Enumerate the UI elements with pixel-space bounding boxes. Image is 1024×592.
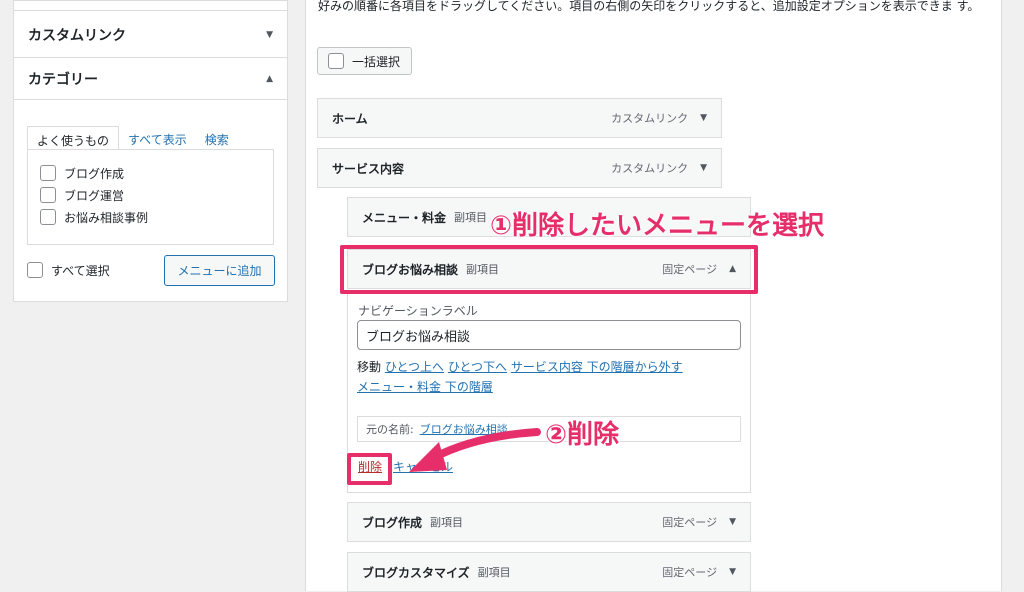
menu-item-sub: 副項目 bbox=[477, 566, 511, 579]
move-under-link[interactable]: メニュー・料金 下の階層 bbox=[357, 380, 493, 394]
select-all-checkbox[interactable] bbox=[27, 262, 43, 278]
accordion-category-label: カテゴリー bbox=[28, 71, 98, 88]
bulk-select-label: 一括選択 bbox=[352, 54, 401, 69]
category-label: ブログ運営 bbox=[64, 188, 125, 203]
move-out-link[interactable]: サービス内容 下の階層から外す bbox=[511, 360, 683, 374]
move-label: 移動 bbox=[357, 360, 382, 374]
move-down-link[interactable]: ひとつ下へ bbox=[448, 360, 507, 374]
checkbox[interactable] bbox=[40, 187, 56, 203]
caret-down-icon[interactable]: ▼ bbox=[729, 517, 736, 527]
accordion-top-remnant bbox=[14, 1, 287, 11]
annotation-step2: ②削除 bbox=[545, 420, 620, 450]
menu-item-blog-create[interactable]: ブログ作成 副項目 固定ページ ▼ bbox=[347, 502, 751, 542]
category-list: ブログ作成 ブログ運営 お悩み相談事例 bbox=[27, 149, 274, 245]
annotation-step1: ①削除したいメニューを選択 bbox=[490, 211, 825, 241]
menu-item-blog-customize[interactable]: ブログカスタマイズ 副項目 固定ページ ▼ bbox=[347, 552, 751, 592]
left-panel: カスタムリンク ▼ カテゴリー ▲ よく使うもの すべて表示 検索 ブログ作成 … bbox=[13, 0, 288, 302]
tab-search[interactable]: 検索 bbox=[196, 126, 238, 150]
menu-item-sub: 副項目 bbox=[430, 516, 464, 529]
bulk-select-button[interactable]: 一括選択 bbox=[317, 47, 412, 75]
caret-down-icon[interactable]: ▼ bbox=[729, 567, 736, 577]
delete-highlight bbox=[347, 453, 392, 485]
arrow-icon bbox=[409, 428, 541, 472]
menu-item-title: メニュー・料金 bbox=[362, 210, 447, 225]
caret-up-icon: ▲ bbox=[266, 73, 273, 84]
caret-down-icon[interactable]: ▼ bbox=[700, 113, 707, 123]
instruction-text: 好みの順番に各項目をドラッグしてください。項目の右側の矢印をクリックすると、追加… bbox=[318, 0, 980, 13]
category-label: お悩み相談事例 bbox=[64, 210, 149, 225]
move-row: 移動 ひとつ上へ ひとつ下へ サービス内容 下の階層から外す メニュー・料金 下… bbox=[357, 357, 747, 397]
add-to-menu-button[interactable]: メニューに追加 bbox=[164, 255, 275, 286]
tab-show-all[interactable]: すべて表示 bbox=[119, 126, 196, 150]
select-all[interactable]: すべて選択 bbox=[27, 259, 110, 281]
menu-item-type: カスタムリンク bbox=[611, 162, 689, 175]
menu-item-title: サービス内容 bbox=[332, 161, 405, 176]
caret-down-icon: ▼ bbox=[266, 29, 273, 40]
menu-item-title: ホーム bbox=[332, 111, 368, 126]
list-item[interactable]: ブログ運営 bbox=[40, 184, 261, 206]
menu-item-type: 固定ページ bbox=[662, 566, 718, 579]
menu-item-services[interactable]: サービス内容 カスタムリンク ▼ bbox=[317, 148, 722, 188]
menu-item-home[interactable]: ホーム カスタムリンク ▼ bbox=[317, 98, 722, 138]
list-item[interactable]: お悩み相談事例 bbox=[40, 206, 261, 228]
menu-item-sub: 副項目 bbox=[454, 211, 488, 224]
accordion-custom-link-label: カスタムリンク bbox=[28, 27, 126, 44]
caret-down-icon[interactable]: ▼ bbox=[700, 163, 707, 173]
category-tabs: よく使うもの すべて表示 検索 bbox=[27, 126, 238, 150]
nav-label-caption: ナビゲーションラベル bbox=[358, 304, 478, 318]
menu-item-title: ブログ作成 bbox=[362, 515, 423, 530]
menu-item-title: ブログカスタマイズ bbox=[362, 565, 470, 580]
bulk-select-checkbox[interactable] bbox=[328, 53, 344, 69]
accordion-category[interactable]: カテゴリー ▲ bbox=[14, 58, 287, 100]
move-up-link[interactable]: ひとつ上へ bbox=[385, 360, 444, 374]
menu-item-type: カスタムリンク bbox=[611, 112, 689, 125]
accordion-custom-link[interactable]: カスタムリンク ▼ bbox=[14, 12, 287, 58]
checkbox[interactable] bbox=[40, 209, 56, 225]
list-item[interactable]: ブログ作成 bbox=[40, 162, 261, 184]
menu-item-type: 固定ページ bbox=[662, 516, 718, 529]
nav-label-input[interactable]: ブログお悩み相談 bbox=[357, 320, 741, 350]
select-all-label: すべて選択 bbox=[51, 263, 110, 278]
checkbox[interactable] bbox=[40, 165, 56, 181]
tab-most-used[interactable]: よく使うもの bbox=[27, 126, 120, 150]
selection-highlight bbox=[340, 245, 758, 294]
category-label: ブログ作成 bbox=[64, 166, 125, 181]
